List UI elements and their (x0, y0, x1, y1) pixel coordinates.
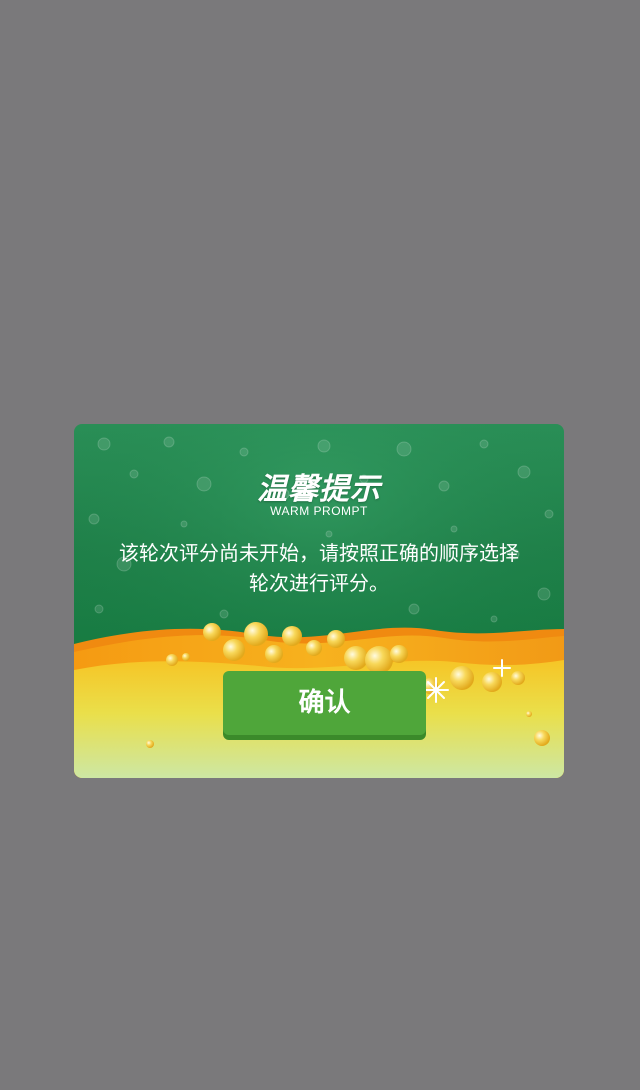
dialog-subtitle: WARM PROMPT (270, 504, 368, 518)
modal-overlay: 温馨提示 WARM PROMPT 该轮次评分尚未开始，请按照正确的顺序选择轮次进… (0, 0, 640, 1090)
dialog-message: 该轮次评分尚未开始，请按照正确的顺序选择轮次进行评分。 (119, 541, 519, 595)
dialog-title: 温馨提示 (257, 472, 381, 507)
warm-prompt-dialog: 温馨提示 WARM PROMPT 该轮次评分尚未开始，请按照正确的顺序选择轮次进… (74, 424, 564, 778)
confirm-button[interactable]: 确认 (223, 671, 426, 735)
